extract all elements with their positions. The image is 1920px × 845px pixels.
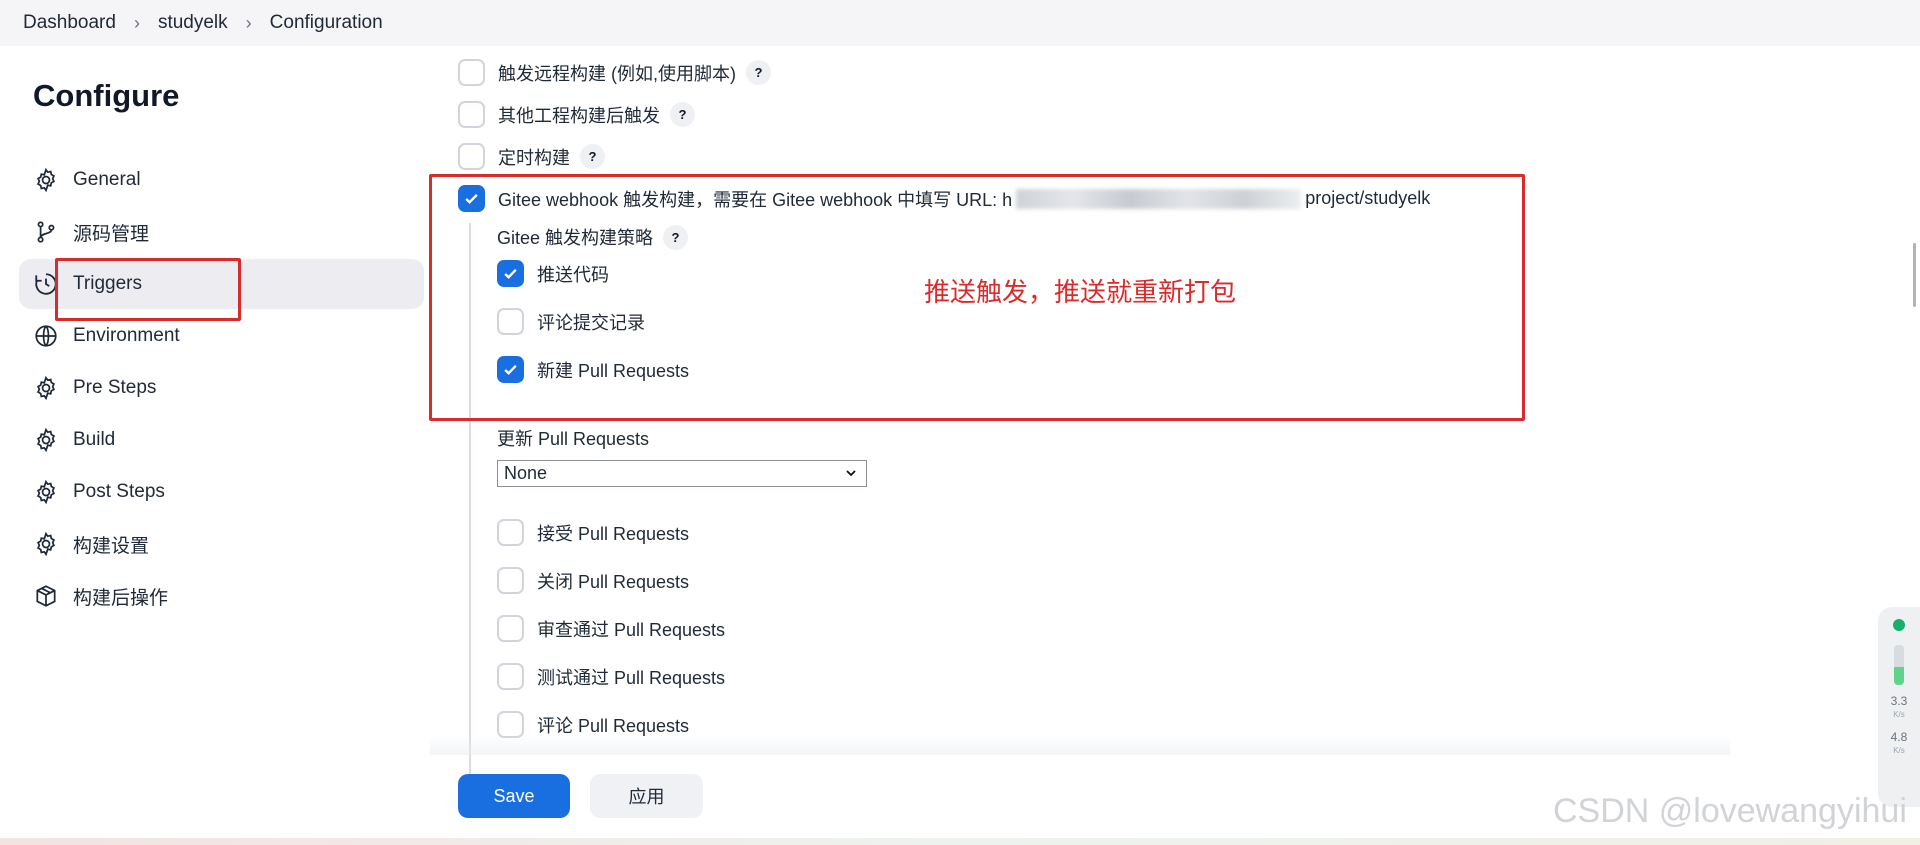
taskbar-edge: [0, 838, 1920, 845]
sidebar-item-label: 构建设置: [73, 535, 150, 557]
sidebar-item-post-steps[interactable]: Post Steps: [19, 467, 424, 517]
trigger-remote-label: 触发远程构建 (例如,使用脚本): [498, 63, 736, 84]
sidebar-item-build-settings[interactable]: 构建设置: [19, 519, 424, 569]
save-button[interactable]: Save: [458, 774, 570, 818]
sidebar-item-general[interactable]: General: [19, 155, 424, 205]
git-branch-icon: [33, 219, 59, 245]
accept-pr-label: 接受 Pull Requests: [537, 523, 690, 544]
comment-pr-checkbox[interactable]: [497, 711, 524, 738]
push-code-row: 推送代码: [497, 260, 609, 287]
breadcrumb-dashboard[interactable]: Dashboard: [23, 12, 116, 34]
trigger-remote-checkbox[interactable]: [458, 59, 485, 86]
sidebar-nav: General 源码管理 Triggers Environment Pre St…: [19, 155, 424, 623]
apply-button[interactable]: 应用: [590, 774, 703, 818]
trigger-gitee-row: Gitee webhook 触发构建，需要在 Gitee webhook 中填写…: [458, 185, 1430, 212]
nested-options-divider: [469, 223, 471, 803]
sidebar-item-label: Pre Steps: [73, 377, 157, 398]
check-icon: [504, 268, 517, 279]
trigger-timer-checkbox[interactable]: [458, 143, 485, 170]
chevron-right-icon: ›: [245, 12, 252, 33]
trigger-after-other-label: 其他工程构建后触发: [498, 105, 660, 126]
review-pr-checkbox[interactable]: [497, 615, 524, 642]
gear-icon: [33, 531, 59, 557]
sidebar-item-build[interactable]: Build: [19, 415, 424, 465]
update-pr-select[interactable]: None: [497, 460, 867, 487]
usage-bar: [1894, 645, 1904, 685]
test-pr-checkbox[interactable]: [497, 663, 524, 690]
gear-icon: [33, 479, 59, 505]
accept-pr-checkbox[interactable]: [497, 519, 524, 546]
trigger-timer-label: 定时构建: [498, 147, 570, 168]
blurred-url: [1016, 188, 1302, 209]
check-icon: [465, 193, 478, 204]
globe-icon: [33, 323, 59, 349]
breadcrumb-project[interactable]: studyelk: [158, 12, 228, 34]
comment-pr-row: 评论 Pull Requests: [497, 711, 689, 738]
test-pr-row: 测试通过 Pull Requests: [497, 663, 725, 690]
sidebar-item-label: General: [73, 169, 141, 190]
breadcrumb-configuration[interactable]: Configuration: [270, 12, 383, 34]
trigger-after-other-checkbox[interactable]: [458, 101, 485, 128]
network-speed-widget[interactable]: 3.3 K/s 4.8 K/s: [1878, 607, 1920, 807]
download-speed: 4.8 K/s: [1890, 730, 1908, 755]
sidebar-item-label: Build: [73, 429, 116, 450]
trigger-gitee-label: Gitee webhook 触发构建，需要在 Gitee webhook 中填写…: [498, 189, 1013, 210]
bottom-bar-shadow: [430, 735, 1730, 755]
sidebar-item-label: Post Steps: [73, 481, 165, 502]
comment-commit-label: 评论提交记录: [537, 312, 645, 333]
review-pr-label: 审查通过 Pull Requests: [537, 619, 726, 640]
help-icon[interactable]: ?: [670, 102, 695, 127]
gitee-strategy-row: Gitee 触发构建策略 ?: [497, 224, 689, 250]
sidebar-item-label: 构建后操作: [73, 587, 169, 609]
help-icon[interactable]: ?: [746, 60, 771, 85]
gear-icon: [33, 167, 59, 193]
trigger-after-other-row: 其他工程构建后触发 ?: [458, 101, 695, 128]
chevron-right-icon: ›: [133, 12, 140, 33]
comment-pr-label: 评论 Pull Requests: [537, 715, 690, 736]
comment-commit-row: 评论提交记录: [497, 308, 645, 335]
status-dot-icon: [1893, 619, 1905, 631]
trigger-timer-row: 定时构建 ?: [458, 143, 605, 170]
breadcrumb: Dashboard › studyelk › Configuration: [0, 0, 1920, 46]
sidebar-item-label: Environment: [73, 325, 180, 346]
upload-speed: 3.3 K/s: [1890, 694, 1908, 719]
push-code-label: 推送代码: [537, 264, 609, 285]
sidebar-item-environment[interactable]: Environment: [19, 311, 424, 361]
sidebar-item-label: 源码管理: [73, 223, 150, 245]
close-pr-checkbox[interactable]: [497, 567, 524, 594]
sidebar-item-triggers[interactable]: Triggers: [19, 259, 424, 309]
new-pr-label: 新建 Pull Requests: [537, 360, 690, 381]
push-code-checkbox[interactable]: [497, 260, 524, 287]
update-pr-select-value: None: [504, 463, 548, 483]
trigger-gitee-checkbox[interactable]: [458, 185, 485, 212]
gear-icon: [33, 375, 59, 401]
gear-icon: [33, 427, 59, 453]
trigger-remote-row: 触发远程构建 (例如,使用脚本) ?: [458, 59, 771, 86]
clock-icon: [33, 271, 59, 297]
help-icon[interactable]: ?: [663, 224, 689, 250]
sidebar-item-label: Triggers: [73, 273, 142, 294]
review-pr-row: 审查通过 Pull Requests: [497, 615, 725, 642]
update-pr-label: 更新 Pull Requests: [497, 429, 650, 449]
test-pr-label: 测试通过 Pull Requests: [537, 667, 726, 688]
close-pr-row: 关闭 Pull Requests: [497, 567, 689, 594]
package-icon: [33, 583, 59, 609]
close-pr-label: 关闭 Pull Requests: [537, 571, 690, 592]
scrollbar-thumb[interactable]: [1913, 243, 1916, 307]
check-icon: [504, 364, 517, 375]
new-pr-row: 新建 Pull Requests: [497, 356, 689, 383]
page-title: Configure: [33, 78, 180, 113]
new-pr-checkbox[interactable]: [497, 356, 524, 383]
annotation-text: 推送触发，推送就重新打包: [924, 277, 1237, 307]
chevron-down-icon: [846, 470, 856, 477]
accept-pr-row: 接受 Pull Requests: [497, 519, 689, 546]
comment-commit-checkbox[interactable]: [497, 308, 524, 335]
help-icon[interactable]: ?: [580, 144, 605, 169]
sidebar-item-post-build[interactable]: 构建后操作: [19, 571, 424, 621]
gitee-strategy-label: Gitee 触发构建策略: [497, 228, 654, 248]
watermark: CSDN @lovewangyihui: [1553, 792, 1907, 830]
sidebar-item-pre-steps[interactable]: Pre Steps: [19, 363, 424, 413]
trigger-gitee-url-suffix: project/studyelk: [1305, 188, 1431, 208]
sidebar-item-source[interactable]: 源码管理: [19, 207, 424, 257]
